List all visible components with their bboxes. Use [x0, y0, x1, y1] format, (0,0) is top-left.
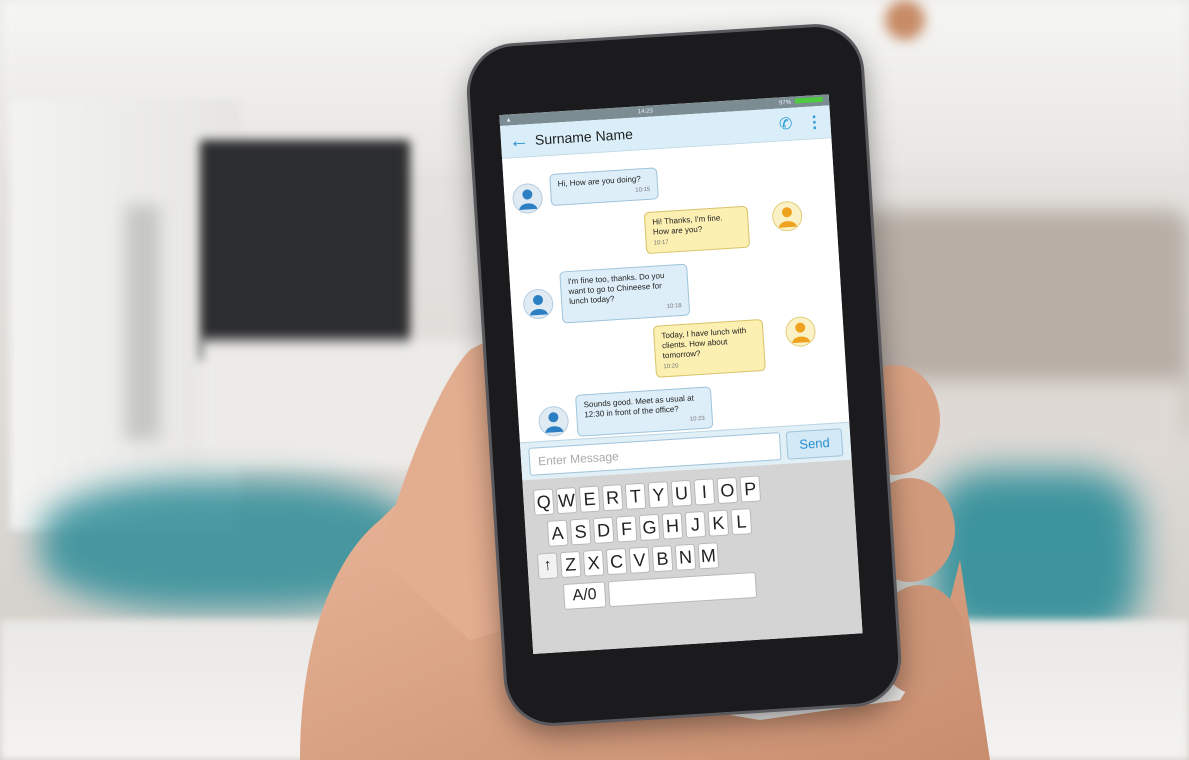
user-icon	[545, 412, 564, 433]
key-w[interactable]: W	[555, 487, 578, 515]
key-n[interactable]: N	[674, 543, 697, 571]
key-f[interactable]: F	[615, 515, 638, 543]
key-o[interactable]: O	[716, 476, 739, 505]
my-avatar	[771, 200, 804, 233]
smartphone: ▲ 14:23 97% ← Surname Name ✆ ⋮ Hi, How a…	[467, 24, 901, 726]
keyboard-row-2: A S D F G H J K L	[546, 508, 755, 547]
phone-screen: ▲ 14:23 97% ← Surname Name ✆ ⋮ Hi, How a…	[499, 94, 863, 655]
message-bubble: I'm fine too, thanks. Do you want to go …	[559, 263, 691, 324]
key-d[interactable]: D	[592, 516, 615, 544]
space-bar[interactable]	[607, 571, 758, 608]
key-h[interactable]: H	[661, 512, 684, 540]
mode-switch-key[interactable]: A/0	[562, 581, 607, 610]
key-a[interactable]: A	[546, 519, 569, 547]
user-icon	[778, 207, 797, 228]
key-p[interactable]: P	[739, 475, 762, 503]
message-incoming: Sounds good. Meet as usual at 12:30 in f…	[575, 386, 714, 437]
key-m[interactable]: M	[697, 542, 720, 570]
message-list[interactable]: Hi, How are you doing? 10:15 Hi! Thanks,…	[502, 138, 850, 443]
key-v[interactable]: V	[628, 546, 651, 574]
message-outgoing: Today, I have lunch with clients. How ab…	[652, 318, 766, 378]
message-outgoing: Hi! Thanks, I'm fine. How are you? 10:17	[643, 205, 751, 255]
keyboard-row-3: ↑ Z X C V B N M	[536, 542, 722, 580]
keyboard-row-4: A/0	[562, 571, 760, 610]
key-u[interactable]: U	[670, 479, 693, 507]
message-bubble: Hi, How are you doing? 10:15	[549, 167, 659, 207]
message-incoming: Hi, How are you doing? 10:15	[549, 167, 659, 207]
message-bubble: Hi! Thanks, I'm fine. How are you? 10:17	[643, 205, 751, 255]
key-l[interactable]: L	[730, 508, 753, 536]
more-vertical-icon[interactable]: ⋮	[806, 112, 823, 133]
key-b[interactable]: B	[651, 545, 674, 573]
battery-icon	[794, 96, 824, 104]
on-screen-keyboard: Q W E R T Y U I O P A S D F G H J K L ↑ …	[522, 459, 863, 655]
user-icon	[792, 322, 811, 344]
battery-indicator: 97%	[779, 96, 824, 106]
key-g[interactable]: G	[638, 513, 661, 542]
status-time: 14:23	[637, 107, 654, 115]
message-incoming: I'm fine too, thanks. Do you want to go …	[559, 263, 691, 324]
key-x[interactable]: X	[582, 549, 605, 577]
key-r[interactable]: R	[601, 484, 624, 512]
my-avatar	[784, 315, 817, 348]
shift-key[interactable]: ↑	[536, 552, 559, 580]
send-button[interactable]: Send	[785, 427, 844, 460]
message-text: Today, I have lunch with clients. How ab…	[661, 326, 747, 361]
back-arrow-icon[interactable]: ←	[508, 128, 535, 153]
message-text: Hi! Thanks, I'm fine. How are you?	[652, 213, 723, 237]
key-y[interactable]: Y	[647, 481, 670, 509]
user-icon	[519, 189, 538, 211]
contact-avatar	[522, 288, 555, 320]
message-bubble: Sounds good. Meet as usual at 12:30 in f…	[575, 386, 714, 437]
key-e[interactable]: E	[578, 485, 601, 513]
key-j[interactable]: J	[684, 510, 707, 539]
contact-avatar	[537, 405, 570, 438]
key-z[interactable]: Z	[559, 550, 582, 579]
user-icon	[529, 295, 548, 316]
key-k[interactable]: K	[707, 509, 730, 537]
key-i[interactable]: I	[693, 478, 716, 506]
key-t[interactable]: T	[624, 482, 647, 510]
key-q[interactable]: Q	[532, 488, 555, 516]
signal-icon: ▲	[505, 116, 512, 124]
message-bubble: Today, I have lunch with clients. How ab…	[652, 318, 766, 378]
message-text: I'm fine too, thanks. Do you want to go …	[567, 271, 665, 307]
phone-icon[interactable]: ✆	[778, 114, 793, 135]
key-c[interactable]: C	[605, 547, 628, 576]
contact-avatar	[511, 182, 544, 215]
key-s[interactable]: S	[569, 518, 592, 546]
